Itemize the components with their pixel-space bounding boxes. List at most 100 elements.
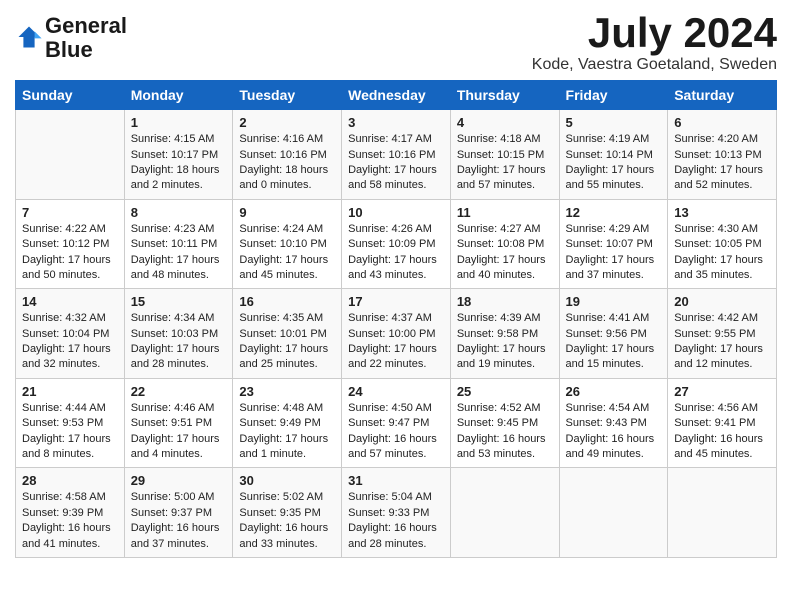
calendar-cell: 17 Sunrise: 4:37 AMSunset: 10:00 PMDaylig… [342, 289, 451, 379]
day-number: 10 [348, 205, 444, 220]
calendar-cell: 19Sunrise: 4:41 AMSunset: 9:56 PMDayligh… [559, 289, 668, 379]
day-number: 17 [348, 294, 444, 309]
col-thursday: Thursday [450, 81, 559, 110]
day-info: Sunrise: 4:58 AMSunset: 9:39 PMDaylight:… [22, 490, 118, 552]
calendar-cell: 13Sunrise: 4:30 AMSunset: 10:05 PMDaylig… [668, 199, 777, 289]
day-number: 31 [348, 473, 444, 488]
day-number: 16 [239, 294, 335, 309]
calendar-cell: 8Sunrise: 4:23 AMSunset: 10:11 PMDayligh… [124, 199, 233, 289]
day-info: Sunrise: 4:37 AMSunset: 10:00 PMDaylight… [348, 311, 444, 373]
day-number: 30 [239, 473, 335, 488]
day-info: Sunrise: 4:52 AMSunset: 9:45 PMDaylight:… [457, 401, 553, 463]
day-number: 11 [457, 205, 553, 220]
day-info: Sunrise: 4:54 AMSunset: 9:43 PMDaylight:… [566, 401, 662, 463]
day-info: Sunrise: 4:15 AMSunset: 10:17 PMDaylight… [131, 132, 227, 194]
calendar-cell: 21Sunrise: 4:44 AMSunset: 9:53 PMDayligh… [16, 378, 125, 468]
calendar-cell: 5 Sunrise: 4:19 AMSunset: 10:14 PMDayligh… [559, 110, 668, 200]
day-number: 8 [131, 205, 227, 220]
calendar-cell [16, 110, 125, 200]
calendar-cell: 20Sunrise: 4:42 AMSunset: 9:55 PMDayligh… [668, 289, 777, 379]
header: General Blue July 2024 Kode, Vaestra Goe… [15, 10, 777, 74]
day-info: Sunrise: 5:04 AMSunset: 9:33 PMDaylight:… [348, 490, 444, 552]
calendar-cell: 14 Sunrise: 4:32 AMSunset: 10:04 PMDaylig… [16, 289, 125, 379]
calendar-cell [559, 468, 668, 558]
calendar-cell: 30Sunrise: 5:02 AMSunset: 9:35 PMDayligh… [233, 468, 342, 558]
calendar-cell: 1 Sunrise: 4:15 AMSunset: 10:17 PMDayligh… [124, 110, 233, 200]
day-number: 20 [674, 294, 770, 309]
calendar-cell [668, 468, 777, 558]
col-sunday: Sunday [16, 81, 125, 110]
day-info: Sunrise: 4:56 AMSunset: 9:41 PMDaylight:… [674, 401, 770, 463]
calendar-table: Sunday Monday Tuesday Wednesday Thursday… [15, 80, 777, 558]
calendar-cell: 23 Sunrise: 4:48 AMSunset: 9:49 PMDayligh… [233, 378, 342, 468]
day-number: 28 [22, 473, 118, 488]
calendar-cell: 15 Sunrise: 4:34 AMSunset: 10:03 PMDaylig… [124, 289, 233, 379]
calendar-cell: 12Sunrise: 4:29 AMSunset: 10:07 PMDaylig… [559, 199, 668, 289]
day-number: 14 [22, 294, 118, 309]
day-info: Sunrise: 4:39 AMSunset: 9:58 PMDaylight:… [457, 311, 553, 373]
col-monday: Monday [124, 81, 233, 110]
month-title: July 2024 [532, 10, 777, 56]
day-info: Sunrise: 4:17 AMSunset: 10:16 PMDaylight… [348, 132, 444, 194]
day-info: Sunrise: 4:48 AMSunset: 9:49 PMDaylight:… [239, 401, 335, 463]
calendar-cell: 25 Sunrise: 4:52 AMSunset: 9:45 PMDayligh… [450, 378, 559, 468]
calendar-cell: 11 Sunrise: 4:27 AMSunset: 10:08 PMDaylig… [450, 199, 559, 289]
day-number: 15 [131, 294, 227, 309]
calendar-cell: 7Sunrise: 4:22 AMSunset: 10:12 PMDayligh… [16, 199, 125, 289]
day-number: 12 [566, 205, 662, 220]
location: Kode, Vaestra Goetaland, Sweden [532, 56, 777, 74]
day-info: Sunrise: 4:50 AMSunset: 9:47 PMDaylight:… [348, 401, 444, 463]
day-number: 5 [566, 115, 662, 130]
calendar-cell: 26 Sunrise: 4:54 AMSunset: 9:43 PMDayligh… [559, 378, 668, 468]
col-wednesday: Wednesday [342, 81, 451, 110]
day-number: 1 [131, 115, 227, 130]
day-info: Sunrise: 4:26 AMSunset: 10:09 PMDaylight… [348, 222, 444, 284]
day-number: 24 [348, 384, 444, 399]
calendar-cell: 9 Sunrise: 4:24 AMSunset: 10:10 PMDayligh… [233, 199, 342, 289]
day-info: Sunrise: 4:35 AMSunset: 10:01 PMDaylight… [239, 311, 335, 373]
day-info: Sunrise: 4:32 AMSunset: 10:04 PMDaylight… [22, 311, 118, 373]
day-number: 2 [239, 115, 335, 130]
header-row: Sunday Monday Tuesday Wednesday Thursday… [16, 81, 777, 110]
day-number: 4 [457, 115, 553, 130]
calendar-cell: 28 Sunrise: 4:58 AMSunset: 9:39 PMDayligh… [16, 468, 125, 558]
calendar-week-1: 1 Sunrise: 4:15 AMSunset: 10:17 PMDayligh… [16, 110, 777, 200]
day-info: Sunrise: 4:46 AMSunset: 9:51 PMDaylight:… [131, 401, 227, 463]
day-info: Sunrise: 4:27 AMSunset: 10:08 PMDaylight… [457, 222, 553, 284]
calendar-week-5: 28 Sunrise: 4:58 AMSunset: 9:39 PMDayligh… [16, 468, 777, 558]
logo-icon [15, 23, 43, 51]
day-number: 18 [457, 294, 553, 309]
day-info: Sunrise: 4:24 AMSunset: 10:10 PMDaylight… [239, 222, 335, 284]
day-number: 22 [131, 384, 227, 399]
day-info: Sunrise: 4:41 AMSunset: 9:56 PMDaylight:… [566, 311, 662, 373]
day-number: 9 [239, 205, 335, 220]
calendar-week-4: 21Sunrise: 4:44 AMSunset: 9:53 PMDayligh… [16, 378, 777, 468]
calendar-cell: 27 Sunrise: 4:56 AMSunset: 9:41 PMDayligh… [668, 378, 777, 468]
day-number: 6 [674, 115, 770, 130]
day-info: Sunrise: 4:34 AMSunset: 10:03 PMDaylight… [131, 311, 227, 373]
calendar-header: Sunday Monday Tuesday Wednesday Thursday… [16, 81, 777, 110]
day-number: 29 [131, 473, 227, 488]
calendar-cell: 16 Sunrise: 4:35 AMSunset: 10:01 PMDaylig… [233, 289, 342, 379]
day-number: 25 [457, 384, 553, 399]
calendar-week-3: 14 Sunrise: 4:32 AMSunset: 10:04 PMDaylig… [16, 289, 777, 379]
col-saturday: Saturday [668, 81, 777, 110]
calendar-cell: 10 Sunrise: 4:26 AMSunset: 10:09 PMDaylig… [342, 199, 451, 289]
calendar-cell: 4Sunrise: 4:18 AMSunset: 10:15 PMDayligh… [450, 110, 559, 200]
day-number: 27 [674, 384, 770, 399]
day-number: 26 [566, 384, 662, 399]
calendar-cell: 29Sunrise: 5:00 AMSunset: 9:37 PMDayligh… [124, 468, 233, 558]
logo-general: General [45, 13, 127, 38]
calendar-cell: 6Sunrise: 4:20 AMSunset: 10:13 PMDayligh… [668, 110, 777, 200]
col-friday: Friday [559, 81, 668, 110]
logo: General Blue [15, 14, 127, 62]
calendar-cell: 2 Sunrise: 4:16 AMSunset: 10:16 PMDayligh… [233, 110, 342, 200]
logo-blue: Blue [45, 37, 93, 62]
day-info: Sunrise: 4:16 AMSunset: 10:16 PMDaylight… [239, 132, 335, 194]
calendar-week-2: 7Sunrise: 4:22 AMSunset: 10:12 PMDayligh… [16, 199, 777, 289]
calendar-cell: 18 Sunrise: 4:39 AMSunset: 9:58 PMDayligh… [450, 289, 559, 379]
day-number: 23 [239, 384, 335, 399]
day-info: Sunrise: 4:19 AMSunset: 10:14 PMDaylight… [566, 132, 662, 194]
day-number: 13 [674, 205, 770, 220]
day-info: Sunrise: 4:22 AMSunset: 10:12 PMDaylight… [22, 222, 118, 284]
